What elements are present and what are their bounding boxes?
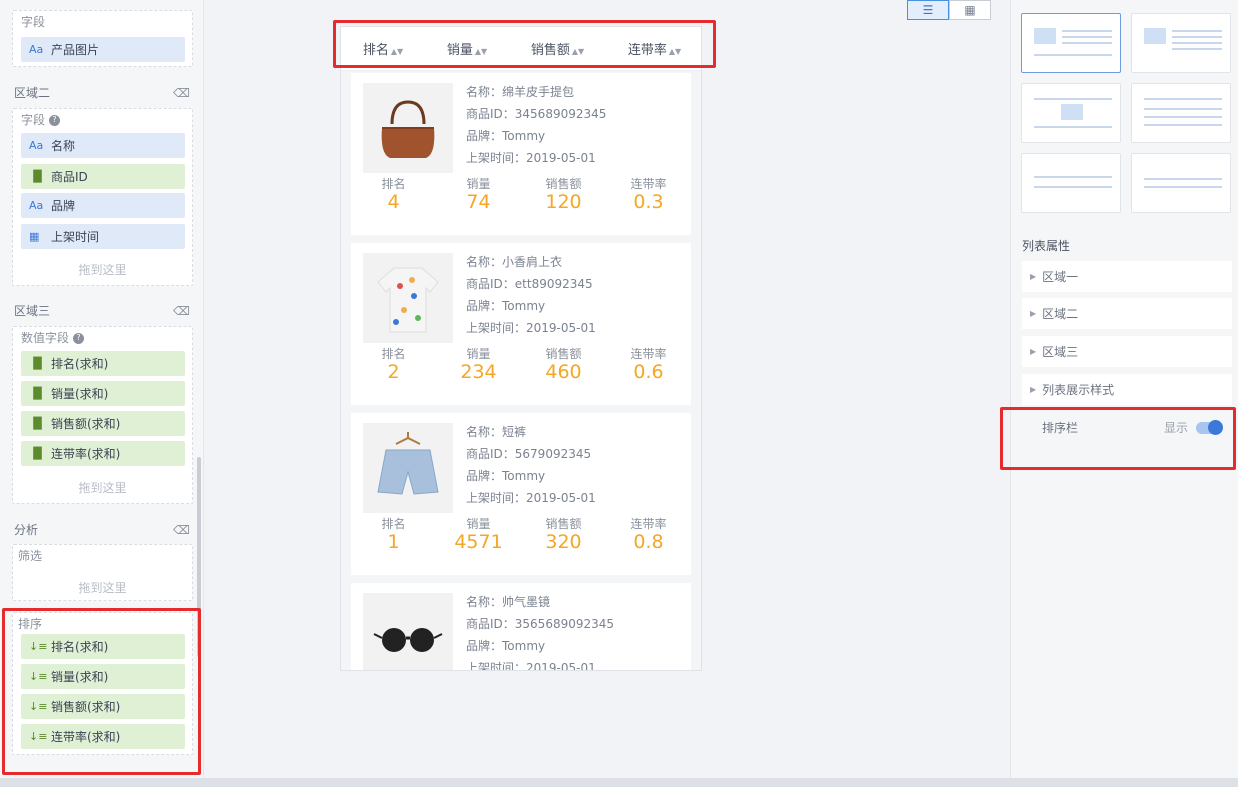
view-toggle: ☰ ▦ <box>907 0 991 20</box>
area3-title: 区域三 <box>14 304 51 318</box>
bar-chart-icon: ▐▌ <box>29 387 46 400</box>
product-image-shorts <box>363 423 453 513</box>
bar-chart-icon: ▐▌ <box>29 357 46 370</box>
pill-label: 产品图片 <box>51 43 100 57</box>
product-info: 名称：绵羊皮手提包 商品ID：345689092345 品牌：Tommy 上架时间：2… <box>466 85 607 165</box>
caret-right-icon: ▶ <box>1030 309 1037 318</box>
analysis-header: 分析 ⌫ <box>14 521 190 538</box>
field-pill-sales-sum[interactable]: ▐▌ 销量(求和) <box>21 381 185 406</box>
area1-field-label: 字段 <box>21 15 46 29</box>
eraser-icon[interactable]: ⌫ <box>173 304 190 318</box>
bar-chart-icon: ▐▌ <box>29 170 46 183</box>
area1-field-box: 字段 Aa 产品图片 <box>12 10 193 67</box>
product-card[interactable]: 名称：短裤 商品ID：5679092345 品牌：Tommy 上架时间：2019-05… <box>351 413 691 575</box>
field-pill-name[interactable]: Aa 名称 <box>21 133 185 158</box>
filter-label: 筛选 <box>18 549 43 563</box>
highlight-sort-bar-setting <box>1000 407 1236 470</box>
product-image-sunglasses <box>363 593 453 670</box>
filter-drop-zone[interactable]: 拖到这里 <box>13 579 192 596</box>
layout-template-5[interactable] <box>1021 153 1121 213</box>
field-pill-product-image[interactable]: Aa 产品图片 <box>21 37 185 62</box>
drop-zone[interactable]: 拖到这里 <box>13 479 192 496</box>
text-type-icon: Aa <box>29 43 44 56</box>
drop-zone[interactable]: 拖到这里 <box>13 261 192 278</box>
list-view-icon[interactable]: ☰ <box>907 0 949 20</box>
layout-template-3[interactable] <box>1021 83 1121 143</box>
area3-header: 区域三 ⌫ <box>14 302 190 319</box>
area3-field-label: 数值字段? <box>13 327 192 349</box>
analysis-title: 分析 <box>14 523 39 537</box>
product-image-shirt <box>363 253 453 343</box>
field-pill-list-date[interactable]: ▦ 上架时间 <box>21 224 185 249</box>
bar-chart-icon: ▐▌ <box>29 417 46 430</box>
product-image-handbag <box>363 83 453 173</box>
caret-right-icon: ▶ <box>1030 272 1037 281</box>
layout-template-6[interactable] <box>1131 153 1231 213</box>
text-type-icon: Aa <box>29 139 44 152</box>
product-stats: 排名 4 销量 74 销售额 120 连带率 0.3 <box>381 177 667 213</box>
accordion-area3[interactable]: ▶ 区域三 <box>1022 336 1232 367</box>
accordion-area2[interactable]: ▶ 区域二 <box>1022 298 1232 329</box>
accordion-area1[interactable]: ▶ 区域一 <box>1022 261 1232 292</box>
mobile-preview: 排名 ▲▼ 销量 ▲▼ 销售额 ▲▼ 连带率 ▲▼ 名称：绵羊皮手提包 商品ID：3456… <box>340 26 702 671</box>
filter-box: 筛选 拖到这里 <box>12 544 193 601</box>
caret-right-icon: ▶ <box>1030 347 1037 356</box>
bottom-bar <box>0 778 1238 787</box>
layout-template-2[interactable] <box>1131 13 1231 73</box>
layout-template-1[interactable] <box>1021 13 1121 73</box>
list-properties-title: 列表属性 <box>1022 239 1071 253</box>
text-type-icon: Aa <box>29 199 44 212</box>
highlight-sort-box <box>2 608 201 775</box>
right-panel: 列表属性 ▶ 区域一 ▶ 区域二 ▶ 区域三 ▶ 列表展示样式 排序栏 显示 <box>1010 0 1238 778</box>
product-stats: 排名 1 销量 4571 销售额 320 连带率 0.8 <box>381 517 667 553</box>
product-info: 名称：短裤 商品ID：5679092345 品牌：Tommy 上架时间：2019-05… <box>466 425 596 505</box>
calendar-icon: ▦ <box>29 230 40 243</box>
accordion-list-style[interactable]: ▶ 列表展示样式 <box>1022 374 1232 405</box>
area2-field-label: 字段? <box>13 109 192 131</box>
product-card[interactable]: 名称：绵羊皮手提包 商品ID：345689092345 品牌：Tommy 上架时间：2… <box>351 73 691 235</box>
eraser-icon[interactable]: ⌫ <box>173 523 190 537</box>
area2-title: 区域二 <box>14 86 51 100</box>
field-pill-product-id[interactable]: ▐▌ 商品ID <box>21 164 185 189</box>
product-card[interactable]: 名称：小香肩上衣 商品ID：ett89092345 品牌：Tommy 上架时间：201… <box>351 243 691 405</box>
area2-field-box: 字段? Aa 名称 ▐▌ 商品ID Aa 品牌 ▦ 上架时间 拖到这里 <box>12 108 193 286</box>
area3-field-box: 数值字段? ▐▌ 排名(求和) ▐▌ 销量(求和) ▐▌ 销售额(求和) ▐▌ 连带率(… <box>12 326 193 504</box>
table-view-icon[interactable]: ▦ <box>949 0 991 20</box>
caret-right-icon: ▶ <box>1030 385 1037 394</box>
product-stats: 排名 2 销量 234 销售额 460 连带率 0.6 <box>381 347 667 383</box>
help-icon[interactable]: ? <box>49 114 61 126</box>
product-info: 名称：小香肩上衣 商品ID：ett89092345 品牌：Tommy 上架时间：201… <box>466 255 596 335</box>
bar-chart-icon: ▐▌ <box>29 447 46 460</box>
layout-template-4[interactable] <box>1131 83 1231 143</box>
field-pill-rate-sum[interactable]: ▐▌ 连带率(求和) <box>21 441 185 466</box>
help-icon[interactable]: ? <box>73 332 85 344</box>
area2-header: 区域二 ⌫ <box>14 84 190 101</box>
product-info: 名称：帅气墨镜 商品ID：3565689092345 品牌：Tommy 上架时间：20… <box>466 595 615 671</box>
eraser-icon[interactable]: ⌫ <box>173 86 190 100</box>
field-pill-rank-sum[interactable]: ▐▌ 排名(求和) <box>21 351 185 376</box>
field-pill-revenue-sum[interactable]: ▐▌ 销售额(求和) <box>21 411 185 436</box>
product-card[interactable]: 名称：帅气墨镜 商品ID：3565689092345 品牌：Tommy 上架时间：20… <box>351 583 691 671</box>
field-pill-brand[interactable]: Aa 品牌 <box>21 193 185 218</box>
highlight-sort-bar <box>333 20 716 68</box>
